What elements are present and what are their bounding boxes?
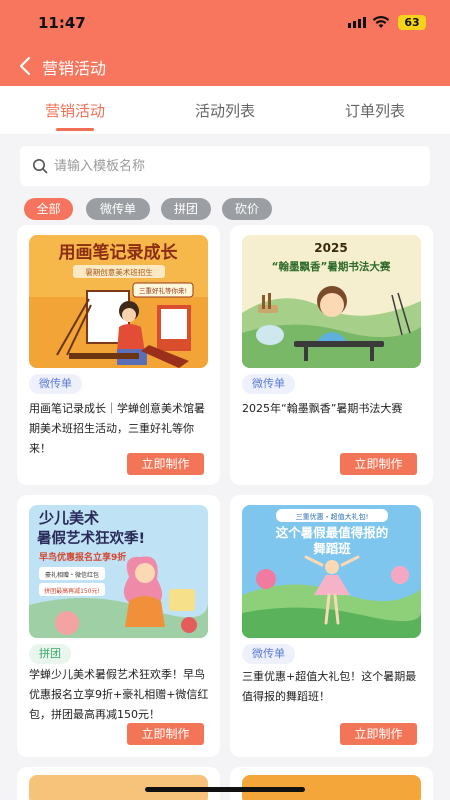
template-card[interactable]: 三重优惠・超值大礼包! 这个暑假最值得报的 舞蹈班 微传单 三重优惠+超值大礼包… [230,495,433,757]
filter-chip-flyer[interactable]: 微传单 [86,198,150,220]
thumbnail-title-1: 少儿美术 [38,509,99,527]
make-now-button[interactable]: 立即制作 [340,723,417,745]
template-type-tag: 拼团 [29,644,71,664]
template-description: 学蝉少儿美术暑假艺术狂欢季！早鸟优惠报名立享9折+豪礼相赠+微信红包，拼团最高再… [29,668,209,721]
status-bar: 11:47 63 [0,0,450,46]
wifi-icon [372,16,390,28]
template-card[interactable]: 少儿美术 暑假艺术狂欢季! 早鸟优惠报名立享9折 豪礼相赠・微信红包 拼团最高再… [17,495,220,757]
template-thumbnail: 三重优惠・超值大礼包! 这个暑假最值得报的 舞蹈班 [242,505,421,638]
thumbnail-title-1: 这个暑假最值得报的 [276,525,389,540]
thumbnail-title-2: 舞蹈班 [312,541,351,556]
filter-chip-all[interactable]: 全部 [24,198,73,220]
search-icon [33,159,48,174]
filter-chip-group-buy[interactable]: 拼团 [161,198,211,220]
make-now-button[interactable]: 立即制作 [340,453,417,475]
thumbnail-group: 拼团最高再减150元! [44,587,100,595]
template-description: 用画笔记录成长｜学蝉创意美术馆暑期美术班招生活动，三重好礼等你来！ [29,402,205,455]
app-header: 11:47 63 营销活动 [0,0,450,86]
thumbnail-top-label: 三重优惠・超值大礼包! [296,512,369,521]
make-now-button[interactable]: 立即制作 [127,453,204,475]
filter-chip-bargain[interactable]: 砍价 [222,198,272,220]
template-thumbnail: 少儿美术 暑假艺术狂欢季! 早鸟优惠报名立享9折 豪礼相赠・微信红包 拼团最高再… [29,505,208,638]
template-thumbnail: 用画笔记录成长 暑期创意美术班招生 三重好礼等你来! [29,235,208,368]
home-indicator [145,787,305,792]
template-type-tag: 微传单 [242,644,295,664]
thumbnail-title: 用画笔记录成长 [59,242,179,263]
thumbnail-title: “翰墨飘香”暑期书法大赛 [272,260,391,273]
thumbnail-subtitle: 早鸟优惠报名立享9折 [39,551,126,563]
tab-marketing[interactable]: 营销活动 [0,100,150,121]
tab-order-list[interactable]: 订单列表 [300,100,450,121]
search-box[interactable] [20,146,430,186]
nav-bar: 营销活动 [0,46,450,86]
back-arrow-icon[interactable] [16,54,36,78]
cellular-signal-icon [348,17,366,28]
thumbnail-subtitle: 暑期创意美术班招生 [85,267,153,277]
template-card[interactable] [230,767,433,800]
template-card[interactable] [17,767,220,800]
tab-activity-list[interactable]: 活动列表 [150,100,300,121]
status-time: 11:47 [38,14,86,32]
page-title: 营销活动 [42,59,107,78]
tab-bar: 营销活动 活动列表 订单列表 [0,86,450,134]
thumbnail-gift: 豪礼相赠・微信红包 [45,571,99,579]
battery-icon: 63 [398,15,426,30]
thumbnail-year: 2025 [314,241,347,255]
template-thumbnail: 2025 “翰墨飘香”暑期书法大赛 [242,235,421,368]
template-card[interactable]: 2025 “翰墨飘香”暑期书法大赛 微传单 2025年“翰墨飘香”暑期书法大赛 … [230,225,433,485]
template-type-tag: 微传单 [242,374,295,394]
active-tab-indicator [56,128,94,131]
thumbnail-badge: 三重好礼等你来! [139,286,187,295]
template-type-tag: 微传单 [29,374,82,394]
template-description: 2025年“翰墨飘香”暑期书法大赛 [242,402,403,415]
search-input[interactable] [54,146,414,186]
template-description: 三重优惠+超值大礼包！这个暑期最值得报的舞蹈班！ [242,670,417,703]
make-now-button[interactable]: 立即制作 [127,723,204,745]
template-card[interactable]: 用画笔记录成长 暑期创意美术班招生 三重好礼等你来! 微传单 用画笔记录成长｜学… [17,225,220,485]
thumbnail-title-2: 暑假艺术狂欢季! [37,529,145,547]
